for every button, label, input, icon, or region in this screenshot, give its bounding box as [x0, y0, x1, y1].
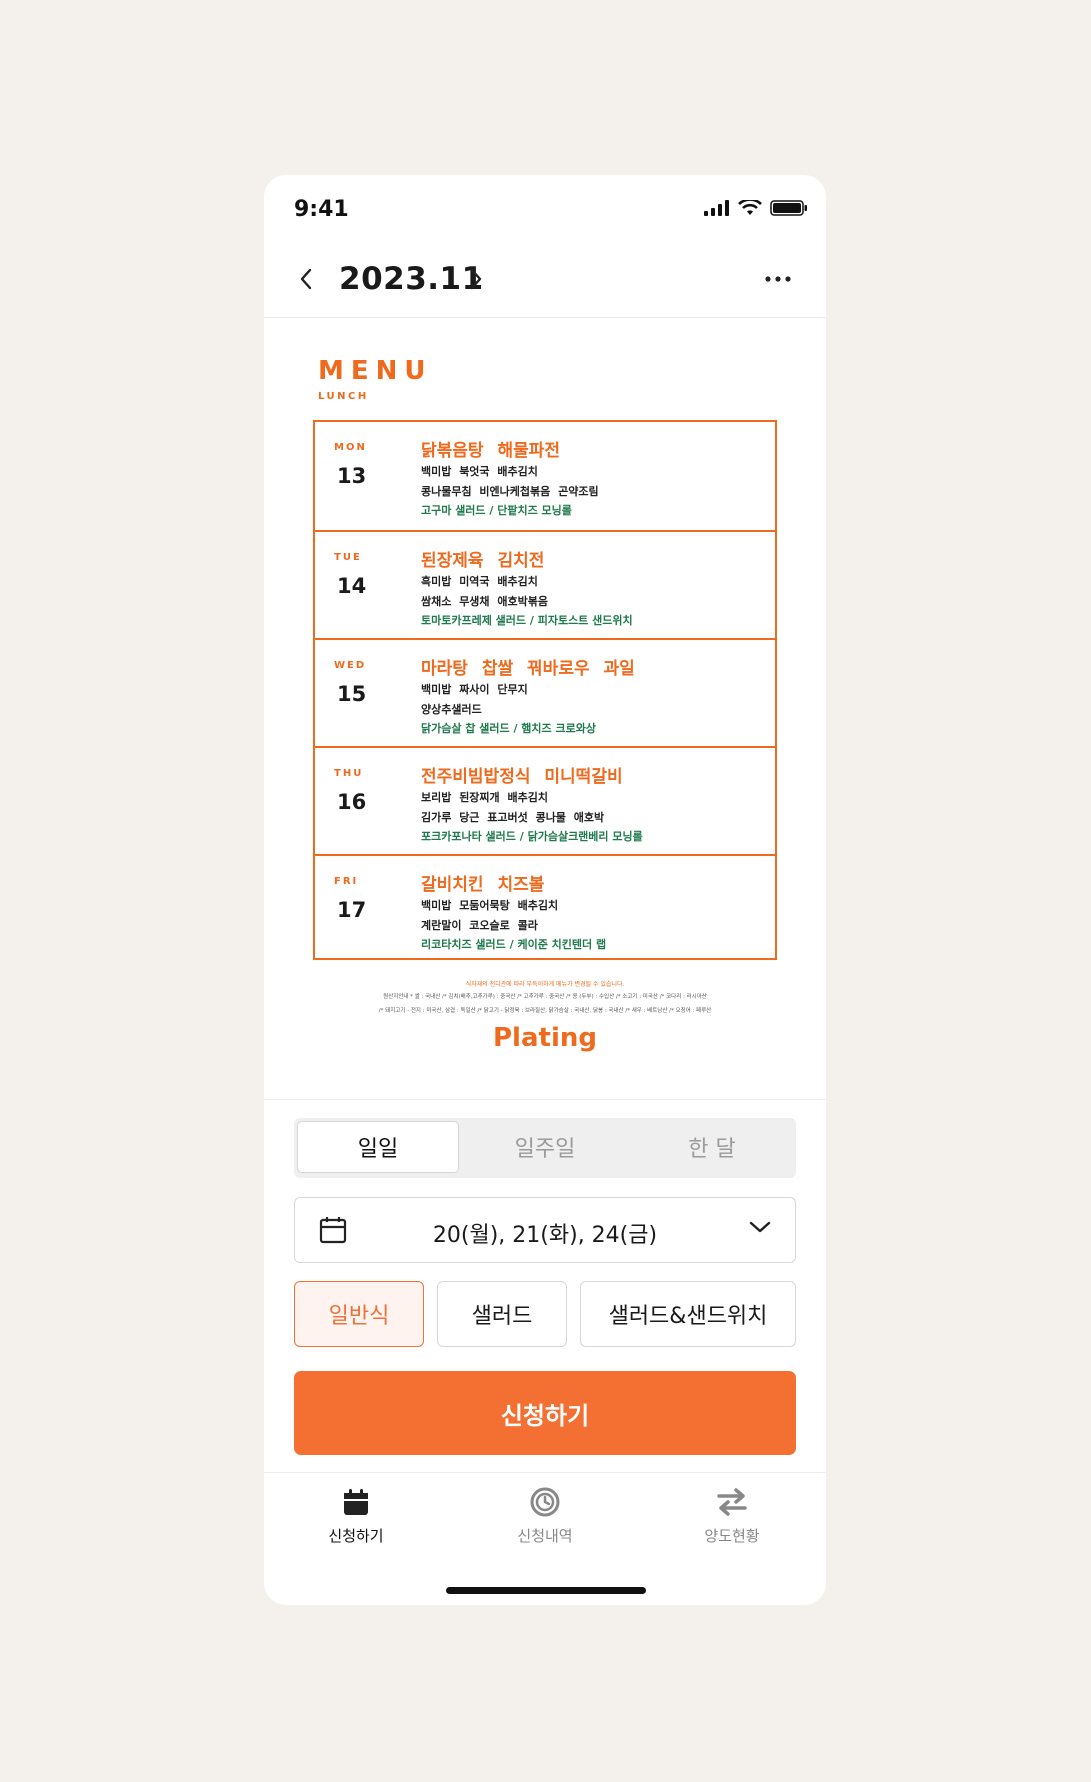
- main-dish: 전주비빔밥정식 미니떡갈비: [421, 767, 623, 787]
- day-date: 15: [337, 682, 367, 706]
- tabbar-label: 신청내역: [517, 1527, 573, 1545]
- menu-heading: MENU: [318, 356, 433, 386]
- next-month-button[interactable]: [456, 259, 496, 299]
- day-name: WED: [334, 660, 367, 671]
- date-select[interactable]: 20(월), 21(화), 24(금): [294, 1197, 796, 1263]
- meal-type-salad-sandwich[interactable]: 샐러드&샌드위치: [580, 1281, 796, 1347]
- period-segmented-control: 일일 일주일 한 달: [294, 1118, 796, 1178]
- battery-icon: [770, 200, 807, 216]
- transfer-icon: [717, 1488, 747, 1516]
- side-dishes-2: 양상추샐러드: [421, 703, 482, 716]
- menu-day-row: FRI 17 갈비치킨 치즈볼 백미밥 모둠어묵탕 배추김치 계란말이 코오슬로…: [315, 854, 775, 962]
- salad-menu: 고구마 샐러드 / 단팥치즈 모닝롤: [421, 504, 572, 517]
- menu-table: MON 13 닭볶음탕 해물파전 백미밥 북엇국 배추김치 콩나물무침 비엔나케…: [313, 420, 777, 960]
- origin-info-2: /* 돼지고기 - 전지 : 미국산, 삼겹 : 독일산 /* 닭고기 - 닭정…: [378, 1008, 712, 1014]
- more-icon: [765, 276, 791, 282]
- tabbar-item-transfer[interactable]: 양도현황: [672, 1483, 792, 1553]
- home-indicator: [446, 1587, 646, 1594]
- tabbar-item-apply[interactable]: 신청하기: [296, 1483, 416, 1553]
- status-time: 9:41: [294, 197, 349, 222]
- menu-notice: 식자재의 천디관에 따라 부득이하게 메뉴가 변경될 수 있습니다.: [465, 981, 625, 988]
- tab-monthly[interactable]: 한 달: [631, 1121, 793, 1173]
- salad-menu: 닭가슴살 찹 샐러드 / 햄치즈 크로와상: [421, 722, 596, 735]
- history-icon: [530, 1487, 560, 1517]
- phone-screen: 9:41 2023.11 MENU LUNCH MON 13 닭볶음탕 해물파전…: [264, 175, 826, 1605]
- day-name: TUE: [334, 552, 362, 563]
- wifi-icon: [738, 200, 762, 215]
- main-dish: 마라탕 찹쌀 꿔바로우 과일: [421, 659, 635, 679]
- selected-dates: 20(월), 21(화), 24(금): [432, 1223, 658, 1248]
- menu-day-row: WED 15 마라탕 찹쌀 꿔바로우 과일 백미밥 짜사이 단무지 양상추샐러드…: [315, 638, 775, 746]
- side-dishes-1: 백미밥 모둠어묵탕 배추김치: [421, 899, 559, 912]
- menu-subheading: LUNCH: [318, 391, 369, 402]
- signal-icon: [704, 200, 729, 216]
- meal-type-salad[interactable]: 샐러드: [437, 1281, 567, 1347]
- chevron-down-icon: [749, 1221, 771, 1233]
- main-dish: 된장제육 김치전: [421, 551, 545, 571]
- day-date: 17: [337, 898, 367, 922]
- status-icons: [704, 200, 808, 216]
- side-dishes-2: 쌈채소 무생채 애호박볶음: [421, 595, 548, 608]
- side-dishes-1: 백미밥 북엇국 배추김치: [421, 465, 538, 478]
- tab-daily[interactable]: 일일: [297, 1121, 459, 1173]
- more-button[interactable]: [758, 259, 798, 299]
- day-date: 16: [337, 790, 367, 814]
- calendar-icon: [344, 1489, 368, 1515]
- tabbar-item-history[interactable]: 신청내역: [485, 1483, 605, 1553]
- status-bar: 9:41: [264, 175, 826, 245]
- tab-weekly[interactable]: 일주일: [464, 1121, 626, 1173]
- salad-menu: 토마토카프레제 샐러드 / 피자토스트 샌드위치: [421, 614, 633, 627]
- apply-button[interactable]: 신청하기: [294, 1371, 796, 1455]
- side-dishes-1: 백미밥 짜사이 단무지: [421, 683, 528, 696]
- tabbar-label: 양도현황: [704, 1527, 760, 1545]
- day-name: THU: [334, 768, 364, 779]
- prev-month-button[interactable]: [286, 259, 326, 299]
- menu-day-row: MON 13 닭볶음탕 해물파전 백미밥 북엇국 배추김치 콩나물무침 비엔나케…: [315, 422, 775, 530]
- main-dish: 닭볶음탕 해물파전: [421, 441, 561, 461]
- menu-day-row: THU 16 전주비빔밥정식 미니떡갈비 보리밥 된장찌개 배추김치 김가루 당…: [315, 746, 775, 854]
- day-name: FRI: [334, 876, 359, 887]
- main-dish: 갈비치킨 치즈볼: [421, 875, 545, 895]
- origin-info-1: 원산지안내 * 쌀 : 국내산 /* 김치(배추,고추가루) : 중국산 /* …: [383, 994, 707, 1000]
- brand-logo: Plating: [493, 1023, 597, 1053]
- section-divider: [264, 1099, 826, 1100]
- side-dishes-1: 보리밥 된장찌개 배추김치: [421, 791, 548, 804]
- menu-image: MENU LUNCH MON 13 닭볶음탕 해물파전 백미밥 북엇국 배추김치…: [264, 318, 826, 1096]
- side-dishes-2: 콩나물무침 비엔나케첩볶음 곤약조림: [421, 485, 599, 498]
- meal-type-regular[interactable]: 일반식: [294, 1281, 424, 1347]
- tabbar-label: 신청하기: [328, 1527, 384, 1545]
- menu-day-row: TUE 14 된장제육 김치전 흑미밥 미역국 배추김치 쌈채소 무생채 애호박…: [315, 530, 775, 638]
- chevron-left-icon: [300, 268, 312, 290]
- day-name: MON: [334, 442, 367, 453]
- chevron-right-icon: [470, 268, 482, 290]
- side-dishes-2: 계란말이 코오슬로 콜라: [421, 919, 538, 932]
- salad-menu: 포크카포나타 샐러드 / 닭가슴살크랜베리 모닝롤: [421, 830, 643, 843]
- salad-menu: 리코타치즈 샐러드 / 케이준 치킨텐더 랩: [421, 938, 607, 951]
- side-dishes-1: 흑미밥 미역국 배추김치: [421, 575, 538, 588]
- month-header: 2023.11: [264, 245, 826, 318]
- day-date: 14: [337, 574, 367, 598]
- day-date: 13: [337, 464, 367, 488]
- bottom-tab-bar: 신청하기 신청내역 양도현황: [264, 1472, 826, 1563]
- side-dishes-2: 김가루 당근 표고버섯 콩나물 애호박: [421, 811, 605, 824]
